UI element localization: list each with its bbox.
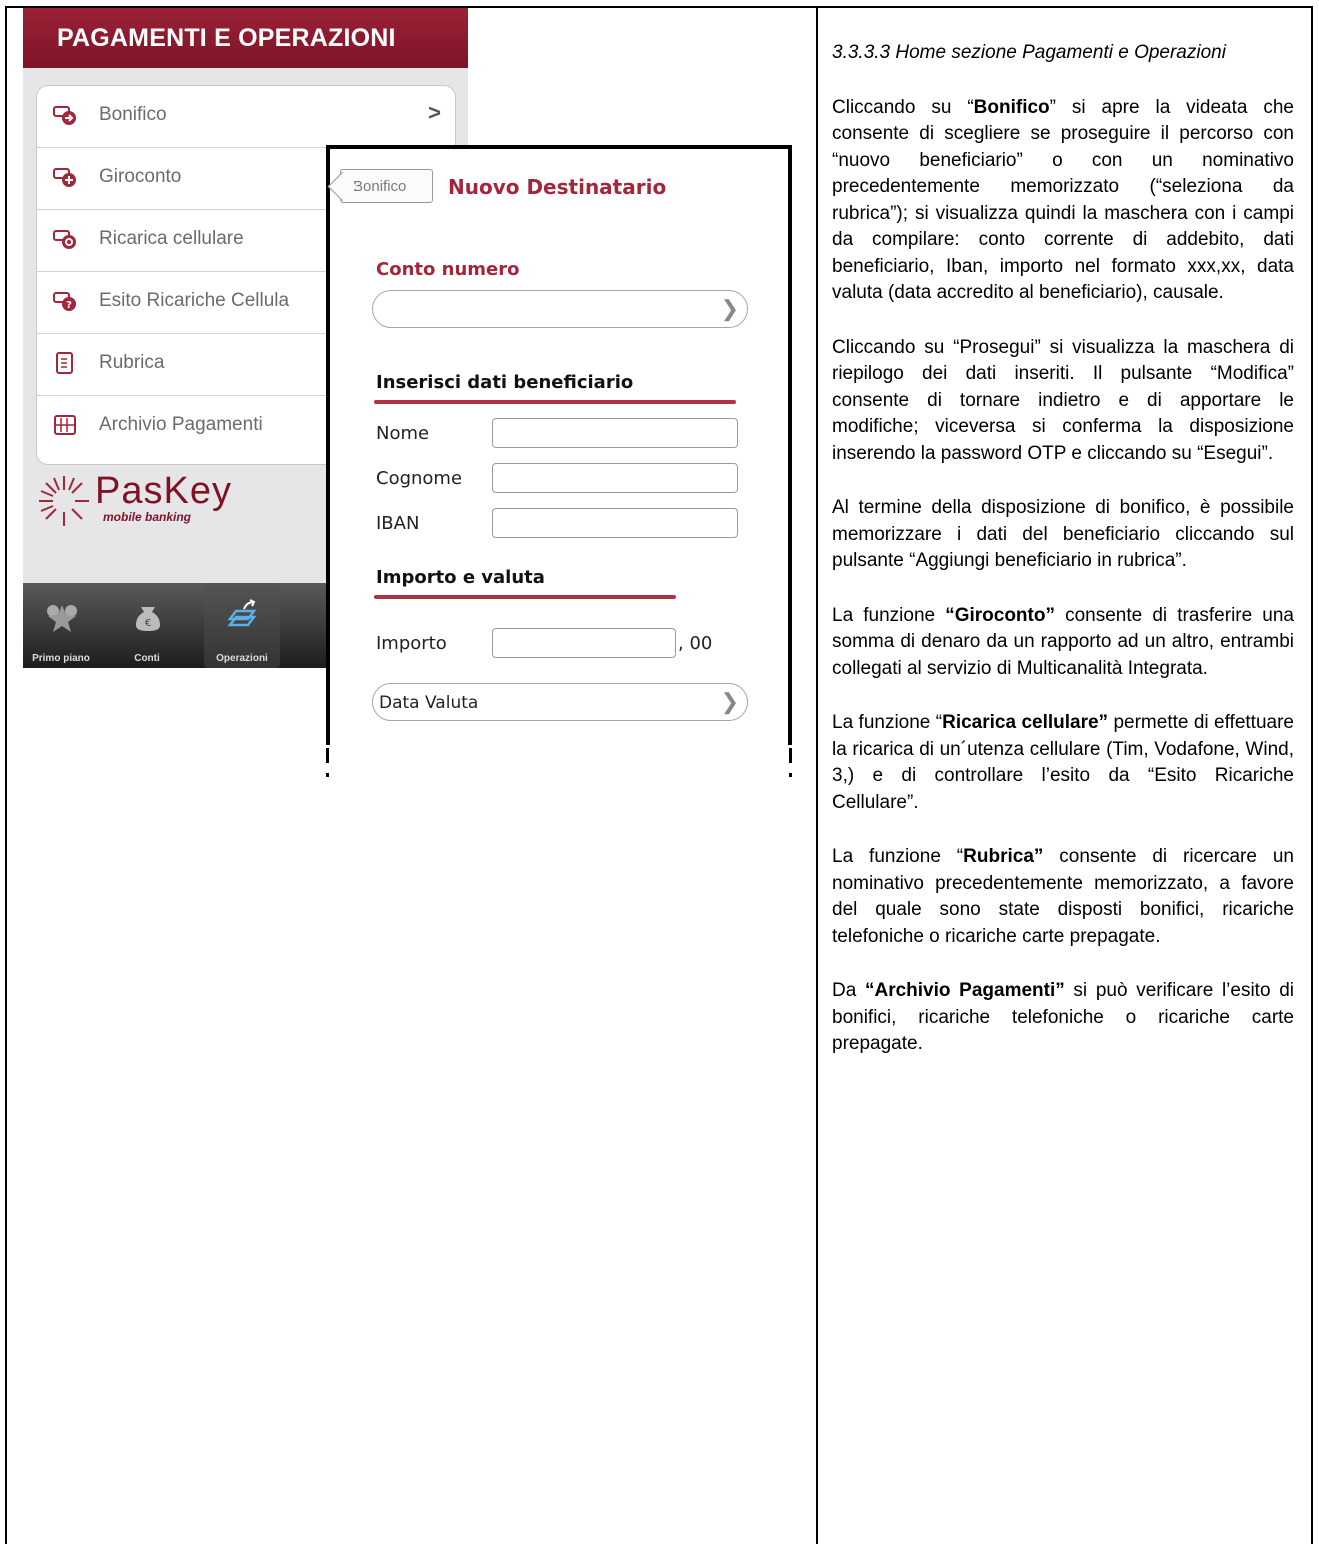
archive-icon	[54, 415, 76, 435]
iban-input[interactable]	[492, 508, 738, 538]
account-label: Conto numero	[376, 259, 520, 280]
screen-title: Nuovo Destinatario	[448, 175, 667, 199]
field-label-cognome: Cognome	[376, 468, 463, 489]
menu-label: Bonifico	[99, 104, 167, 125]
field-label-nome: Nome	[376, 423, 430, 444]
section-title-amount: Importo e valuta	[376, 567, 545, 588]
tab-label: Conti	[134, 653, 160, 664]
address-book-icon	[56, 352, 73, 374]
section-title-beneficiary: Inserisci dati beneficiario	[376, 372, 634, 393]
tab-label: Operazioni	[216, 653, 268, 664]
transfer-icon	[53, 106, 76, 125]
sunburst-icon	[39, 476, 89, 526]
chevron-right-icon: >	[428, 100, 441, 125]
cut-mark	[789, 748, 792, 763]
cut-mark	[326, 748, 329, 763]
paragraph-prosegui: Cliccando su “Prosegui” si visualizza la…	[832, 336, 1294, 464]
amount-cents: , 00	[678, 633, 713, 654]
tab-conti[interactable]: € Conti	[109, 583, 185, 668]
surname-input[interactable]	[492, 463, 738, 493]
tab-label: Primo piano	[32, 653, 90, 664]
svg-text:€: €	[145, 618, 151, 629]
value-date-select[interactable]: Data Valuta ❯	[372, 683, 748, 721]
section-underline	[374, 595, 676, 599]
amount-input[interactable]	[492, 628, 676, 658]
paskey-logo: PasKey mobile banking	[35, 470, 275, 540]
recharge-icon	[53, 230, 76, 249]
recharge-result-icon: ?	[53, 292, 76, 311]
menu-item-bonifico[interactable]: Bonifico >	[37, 86, 455, 148]
field-label-iban: IBAN	[376, 513, 420, 534]
tab-primo-piano[interactable]: Primo piano	[23, 583, 99, 668]
cut-mark	[789, 773, 792, 777]
giroconto-icon	[53, 168, 76, 187]
menu-label: Archivio Pagamenti	[99, 414, 263, 435]
back-button[interactable]: Bonifico	[340, 169, 433, 203]
chevron-right-icon: ❯	[720, 296, 739, 321]
chevron-right-icon: ❯	[720, 689, 739, 714]
column-divider	[816, 6, 818, 1544]
cut-mark	[326, 773, 329, 777]
star-icon	[47, 605, 77, 632]
tab-operazioni[interactable]: Operazioni	[204, 583, 280, 668]
new-recipient-screen: Bonifico Nuovo Destinatario Conto numero…	[326, 145, 792, 745]
logo-word: PasKey	[95, 470, 232, 512]
paragraph-rubrica: La funzione “Rubrica” consente di ricerc…	[832, 846, 1294, 947]
logo-subtitle: mobile banking	[103, 510, 192, 524]
screen-header: PAGAMENTI E OPERAZIONI	[23, 8, 468, 68]
description-column: 3.3.3.3 Home sezione Pagamenti e Operazi…	[832, 40, 1294, 1086]
name-input[interactable]	[492, 418, 738, 448]
section-heading: 3.3.3.3 Home sezione Pagamenti e Operazi…	[832, 42, 1226, 63]
account-select[interactable]: ❯	[372, 290, 748, 328]
svg-text:?: ?	[66, 300, 72, 311]
paragraph-termine: Al termine della disposizione di bonific…	[832, 497, 1294, 571]
value-date-label: Data Valuta	[379, 693, 479, 713]
menu-label: Esito Ricariche Cellula	[99, 290, 290, 311]
menu-label: Ricarica cellulare	[99, 228, 244, 249]
menu-label: Rubrica	[99, 352, 165, 373]
paragraph-giroconto: La funzione “Giroconto” consente di tras…	[832, 604, 1294, 679]
paragraph-archivio: Da “Archivio Pagamenti” si può verificar…	[832, 980, 1294, 1054]
paragraph-ricarica: La funzione “Ricarica cellulare” permett…	[832, 712, 1294, 813]
paragraph-bonifico: Cliccando su “Bonifico” si apre la videa…	[832, 96, 1294, 304]
field-label-importo: Importo	[376, 633, 447, 654]
moneybag-icon: €	[136, 607, 160, 631]
operations-icon	[227, 599, 257, 627]
menu-label: Giroconto	[99, 166, 182, 187]
section-underline	[374, 400, 736, 404]
